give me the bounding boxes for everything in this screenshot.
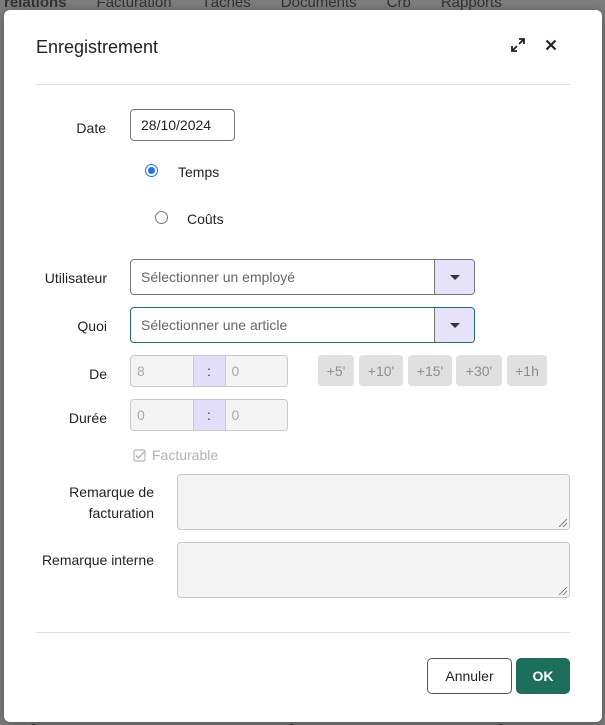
billing-remark-label-line2: facturation (88, 505, 154, 521)
footer-divider (36, 632, 570, 633)
date-label: Date (76, 120, 106, 136)
duration-minutes[interactable]: 0 (226, 400, 288, 430)
duration-label: Durée (68, 410, 107, 426)
what-label: Quoi (77, 318, 107, 334)
billable-label: Facturable (152, 447, 219, 463)
user-label: Utilisateur (44, 270, 107, 286)
from-minutes[interactable]: 0 (226, 356, 288, 386)
article-select-placeholder: Sélectionner une article (141, 317, 288, 333)
expand-icon[interactable] (509, 36, 527, 54)
duration-time-input[interactable]: 0 : 0 (130, 399, 288, 431)
from-hours[interactable]: 8 (131, 356, 193, 386)
user-select[interactable]: Sélectionner un employé (130, 259, 475, 295)
radio-cost[interactable] (155, 211, 168, 224)
from-label: De (89, 366, 107, 382)
increment-10min-button[interactable]: +10' (359, 355, 403, 386)
duration-hours[interactable]: 0 (131, 400, 193, 430)
dialog-header: Enregistrement (36, 10, 570, 85)
increment-1h-button[interactable]: +1h (507, 355, 547, 386)
increment-30min-button[interactable]: +30' (456, 355, 502, 386)
billing-remark-label-line1: Remarque de (69, 484, 154, 500)
billing-remark-textarea[interactable] (177, 474, 570, 530)
duration-time-separator: : (192, 400, 226, 430)
dialog-title: Enregistrement (36, 37, 159, 57)
cancel-button[interactable]: Annuler (427, 658, 512, 694)
ok-button[interactable]: OK (516, 658, 570, 694)
internal-remark-textarea[interactable] (177, 542, 570, 598)
chevron-down-icon (449, 274, 460, 280)
billable-checkbox[interactable]: Facturable (133, 447, 218, 463)
increment-15min-button[interactable]: +15' (408, 355, 452, 386)
article-select-toggle[interactable] (434, 308, 474, 342)
user-select-placeholder: Sélectionner un employé (141, 269, 296, 285)
radio-cost-label: Coûts (187, 211, 224, 227)
date-input[interactable]: 28/10/2024 (130, 109, 235, 141)
chevron-down-icon (449, 322, 460, 328)
internal-remark-label: Remarque interne (41, 552, 154, 568)
close-icon[interactable] (542, 36, 560, 54)
user-select-toggle[interactable] (434, 260, 474, 294)
from-time-separator: : (192, 356, 226, 386)
from-time-input[interactable]: 8 : 0 (130, 355, 288, 387)
increment-5min-button[interactable]: +5' (318, 355, 354, 386)
article-select[interactable]: Sélectionner une article (130, 307, 475, 343)
radio-time-label: Temps (178, 164, 220, 180)
registration-dialog: Enregistrement Date 28/10/2024 Temps Coû… (4, 10, 602, 722)
radio-time[interactable] (145, 164, 158, 177)
checkbox-check-icon (133, 448, 146, 462)
